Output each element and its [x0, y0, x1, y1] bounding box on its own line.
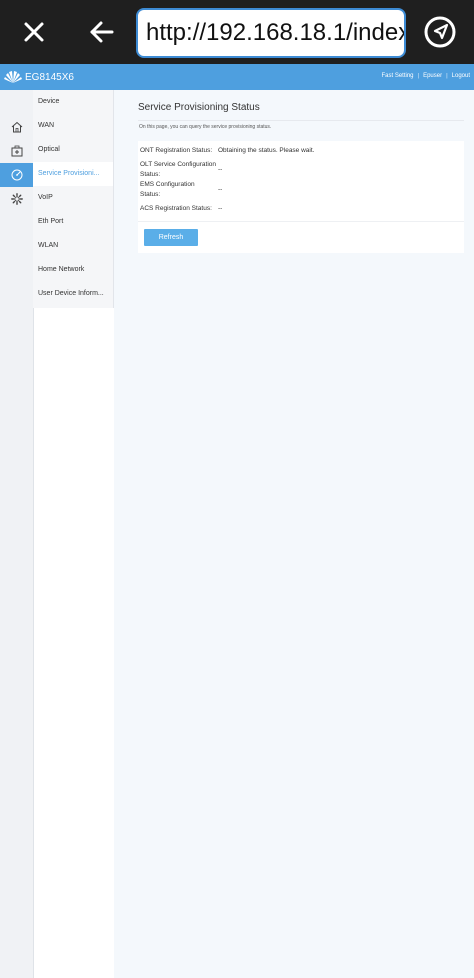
- ems-config-label: EMS Configuration Status:: [140, 181, 195, 198]
- acs-registration-value: --: [218, 205, 223, 212]
- icon-rail: [0, 90, 34, 978]
- submenu-item-device[interactable]: Device: [33, 90, 113, 114]
- arrow-left-icon: [90, 21, 114, 43]
- url-field[interactable]: http://192.168.18.1/index.asp: [136, 8, 406, 58]
- router-header: EG8145X6 Fast Setting | Epuser | Logout: [0, 64, 474, 90]
- rail-settings[interactable]: [0, 187, 33, 211]
- rail-home[interactable]: [0, 115, 33, 139]
- medical-kit-icon: [11, 145, 22, 157]
- huawei-logo-icon: [4, 71, 22, 83]
- main-content: Service Provisioning Status On this page…: [114, 90, 474, 978]
- olt-config-label: OLT Service Configuration Status:: [140, 161, 216, 178]
- submenu-item-eth-port[interactable]: Eth Port: [33, 210, 113, 234]
- device-model: EG8145X6: [25, 71, 74, 83]
- submenu-item-optical[interactable]: Optical: [33, 138, 113, 162]
- ont-registration-value: Obtaining the status. Please wait.: [218, 147, 315, 154]
- gauge-icon: [11, 169, 22, 181]
- ems-config-value: --: [218, 186, 223, 193]
- olt-config-value: --: [218, 166, 223, 173]
- ont-registration-label: ONT Registration Status:: [140, 147, 213, 154]
- submenu-item-home-network[interactable]: Home Network: [33, 258, 113, 282]
- user-link[interactable]: Epuser: [423, 73, 442, 79]
- home-icon: [11, 121, 22, 133]
- submenu-item-service-provisioning[interactable]: Service Provisioni...: [33, 162, 113, 186]
- url-text: http://192.168.18.1/index.asp: [146, 19, 406, 46]
- fast-setting-link[interactable]: Fast Setting: [381, 73, 413, 79]
- header-links: Fast Setting | Epuser | Logout: [381, 73, 470, 79]
- back-button[interactable]: [82, 12, 122, 52]
- refresh-button[interactable]: Refresh: [144, 229, 198, 246]
- close-icon: [24, 22, 44, 42]
- rail-status[interactable]: [0, 163, 33, 187]
- submenu-item-wlan[interactable]: WLAN: [33, 234, 113, 258]
- submenu: Device WAN Optical Service Provisioni...…: [33, 90, 114, 308]
- rail-diagnose[interactable]: [0, 139, 33, 163]
- submenu-item-wan[interactable]: WAN: [33, 114, 113, 138]
- navigation-arrow-icon: [424, 16, 456, 48]
- submenu-item-user-device-info[interactable]: User Device Inform...: [33, 282, 113, 306]
- separator: |: [417, 73, 420, 79]
- acs-registration-label: ACS Registration Status:: [140, 205, 212, 212]
- gear-icon: [10, 193, 23, 205]
- status-panel: ONT Registration Status: Obtaining the s…: [138, 141, 464, 253]
- logout-link[interactable]: Logout: [452, 73, 470, 79]
- divider: [138, 221, 464, 222]
- page-description: On this page, you can query the service …: [139, 124, 272, 130]
- page-title: Service Provisioning Status: [138, 102, 260, 113]
- submenu-item-voip[interactable]: VoIP: [33, 186, 113, 210]
- divider: [138, 120, 464, 121]
- go-button[interactable]: [420, 12, 460, 52]
- browser-toolbar: http://192.168.18.1/index.asp: [0, 0, 474, 64]
- close-button[interactable]: [14, 12, 54, 52]
- brand: EG8145X6: [4, 69, 74, 85]
- separator: |: [446, 73, 448, 79]
